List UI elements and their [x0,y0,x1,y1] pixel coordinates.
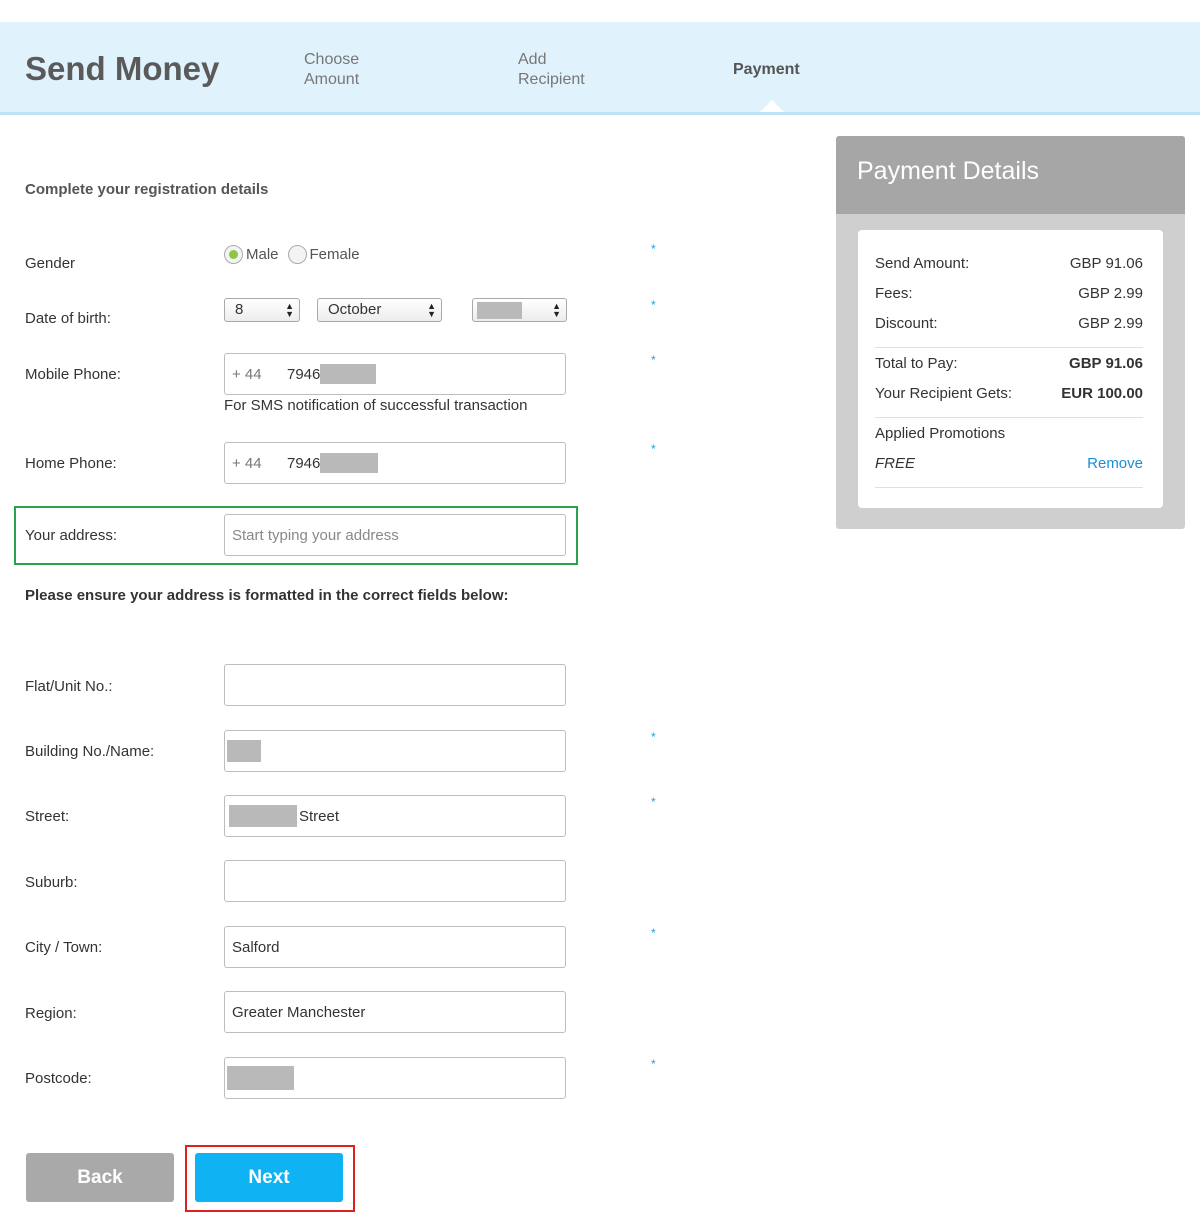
street-label: Street: [25,808,70,825]
step-choose-amount[interactable]: Choose Amount [304,50,424,90]
send-amount-label: Send Amount: [875,255,970,272]
discount-label: Discount: [875,315,938,332]
next-button[interactable]: Next [195,1153,343,1202]
discount-row: Discount: GBP 2.99 [875,315,1143,332]
required-marker: * [651,353,656,367]
city-label: City / Town: [25,939,103,956]
female-radio-label[interactable]: Female [310,246,360,263]
flat-label: Flat/Unit No.: [25,678,113,695]
dob-label: Date of birth: [25,310,111,327]
select-arrows-icon: ▲ ▼ [427,301,436,319]
required-marker: * [651,442,656,456]
gender-radio-group: Male Female [224,245,369,264]
fees-row: Fees: GBP 2.99 [875,285,1143,302]
required-marker: * [651,298,656,312]
divider [875,487,1143,488]
promotions-label: Applied Promotions [875,425,1006,442]
mobile-phone-input[interactable]: + 44 7946 [224,353,566,395]
required-marker: * [651,730,656,744]
discount-value: GBP 2.99 [1078,315,1143,332]
select-arrows-icon: ▲ ▼ [552,301,561,319]
dob-month-select[interactable]: October ▲ ▼ [317,298,442,322]
home-phone-label: Home Phone: [25,455,117,472]
redacted-year [477,301,522,319]
promotion-row: FREE Remove [875,455,1143,472]
male-radio[interactable] [224,245,243,264]
mobile-phone-note: For SMS notification of successful trans… [224,397,528,414]
street-input[interactable]: Street [224,795,566,837]
suburb-label: Suburb: [25,874,78,891]
fees-label: Fees: [875,285,913,302]
redacted-building [227,740,261,762]
building-label: Building No./Name: [25,743,155,760]
female-radio[interactable] [287,245,307,264]
back-button[interactable]: Back [26,1153,174,1202]
required-marker: * [651,242,656,256]
step-label-line2: Amount [304,71,360,88]
recipient-gets-label: Your Recipient Gets: [875,385,1013,402]
country-code-prefix: + 44 [232,454,262,472]
home-phone-input[interactable]: + 44 7946 [224,442,566,484]
required-marker: * [651,926,656,940]
payment-details-title: Payment Details [836,136,1185,214]
payment-details-panel: Payment Details Send Amount: GBP 91.06 F… [836,136,1185,529]
send-amount-value: GBP 91.06 [1069,255,1143,272]
postcode-input[interactable] [224,1057,566,1099]
address-label: Your address: [25,527,118,544]
divider [875,417,1143,418]
remove-promotion-link[interactable]: Remove [1087,455,1143,472]
select-arrows-icon: ▲ ▼ [285,301,294,319]
step-payment[interactable]: Payment [733,60,853,80]
street-value: Street [299,807,340,825]
city-value: Salford [232,938,280,956]
total-label: Total to Pay: [875,355,958,372]
send-amount-row: Send Amount: GBP 91.06 [875,255,1143,272]
total-value: GBP 91.06 [1069,355,1143,372]
flat-input[interactable] [224,664,566,706]
step-label-line1: Add [518,51,547,68]
male-radio-label[interactable]: Male [246,246,279,263]
active-step-indicator [760,100,784,112]
suburb-input[interactable] [224,860,566,902]
address-search-input[interactable]: Start typing your address [224,514,566,556]
redacted-number [320,453,379,473]
page-title: Send Money [25,50,220,87]
building-input[interactable] [224,730,566,772]
total-row: Total to Pay: GBP 91.06 [875,355,1143,372]
redacted-street [229,805,297,827]
promotion-name: FREE [875,455,916,472]
region-label: Region: [25,1005,77,1022]
mobile-phone-value: 7946 [287,365,321,383]
dob-day-value: 8 [235,301,244,318]
dob-day-select[interactable]: 8 ▲ ▼ [224,298,300,322]
fees-value: GBP 2.99 [1078,285,1143,302]
promotions-heading-row: Applied Promotions [875,425,1143,442]
top-header: Send Money Choose Amount Add Recipient P… [0,22,1200,115]
region-value: Greater Manchester [232,1003,366,1021]
recipient-gets-row: Your Recipient Gets: EUR 100.00 [875,385,1143,402]
postcode-label: Postcode: [25,1070,92,1087]
address-placeholder: Start typing your address [232,526,399,544]
address-format-note: Please ensure your address is formatted … [25,587,509,604]
home-phone-value: 7946 [287,454,321,472]
city-input[interactable]: Salford [224,926,566,968]
required-marker: * [651,795,656,809]
divider [875,347,1143,348]
region-input[interactable]: Greater Manchester [224,991,566,1033]
required-marker: * [651,1057,656,1071]
mobile-phone-label: Mobile Phone: [25,366,121,383]
dob-year-select[interactable]: ▲ ▼ [472,298,567,322]
payment-details-body: Send Amount: GBP 91.06 Fees: GBP 2.99 Di… [858,230,1163,508]
redacted-number [320,364,377,384]
step-label-line1: Choose [304,51,360,68]
recipient-gets-value: EUR 100.00 [1061,385,1143,402]
step-add-recipient[interactable]: Add Recipient [518,50,638,90]
section-title: Complete your registration details [25,181,269,198]
dob-month-value: October [328,301,382,318]
redacted-postcode [227,1066,294,1090]
step-label-line1: Payment [733,61,800,78]
gender-label: Gender [25,255,76,272]
country-code-prefix: + 44 [232,365,262,383]
step-label-line2: Recipient [518,71,585,88]
